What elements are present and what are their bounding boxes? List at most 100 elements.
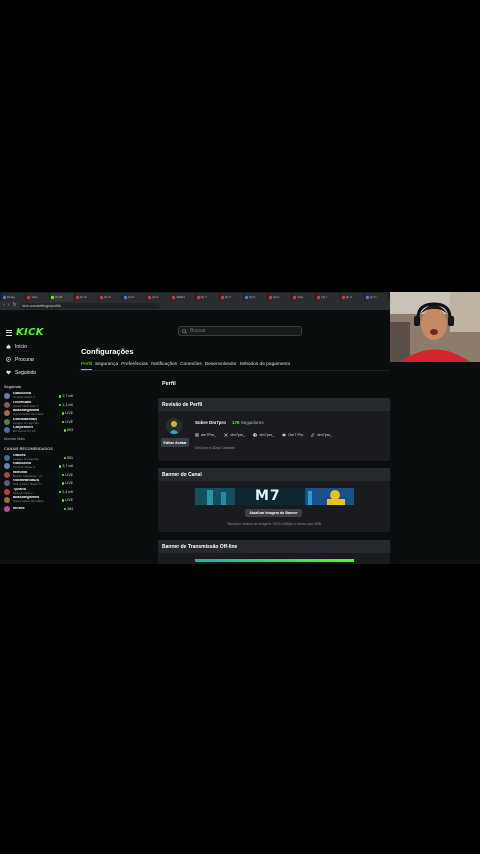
browser-tab[interactable]: (2) I xyxy=(316,293,340,301)
edit-avatar-button[interactable]: Editar Avatar xyxy=(161,438,189,447)
sidebar-item-browse[interactable]: Procurar xyxy=(0,353,75,366)
viewer-count: LIVE xyxy=(61,498,73,502)
reload-icon[interactable]: ↻ xyxy=(12,303,16,308)
sidebar-item-home[interactable]: Início xyxy=(0,340,75,353)
live-dot-icon xyxy=(61,473,65,476)
home-icon xyxy=(6,344,11,349)
channel-item[interactable]: abacategames Supermarket Simulator LIVE xyxy=(0,409,75,418)
browser-tab[interactable]: (2) Y xyxy=(195,293,219,301)
avatar xyxy=(4,505,10,512)
social-link[interactable]: dm7Pro_ xyxy=(195,433,216,437)
channel-item[interactable]: Tycano Slots & Casino 1,4 mil xyxy=(0,488,75,497)
browser-tab[interactable]: Perfil xyxy=(50,293,74,301)
channel-item[interactable]: Gaules League of Legends 551 xyxy=(0,454,75,463)
social-link[interactable]: dm7pro_ xyxy=(253,433,274,437)
settings-tab[interactable]: Segurança xyxy=(95,362,118,370)
channel-item[interactable]: tenros 384 xyxy=(0,505,75,514)
tab-favicon-icon xyxy=(172,295,176,299)
channel-category: Naruto Shippuden: Ul... xyxy=(13,473,45,478)
avatar xyxy=(4,401,10,408)
social-handle: dm7pro_ xyxy=(259,433,275,437)
settings-tab[interactable]: Perfil xyxy=(81,362,92,370)
channel-info: tenros xyxy=(13,507,64,511)
viewer-count: 2,7 mil xyxy=(58,394,73,398)
sidebar-item-label: Procurar xyxy=(15,356,35,363)
heart-icon xyxy=(6,370,11,375)
url-field[interactable]: kick.com/settings/profile xyxy=(19,302,160,309)
tab-label: Joao xyxy=(31,295,38,299)
search-box[interactable] xyxy=(178,326,302,336)
update-banner-button[interactable]: Atualizar Imagem do Banner xyxy=(245,509,302,517)
search-input[interactable] xyxy=(190,328,290,334)
viewer-count: 384 xyxy=(63,507,73,511)
live-dot-icon xyxy=(61,412,65,415)
about-line: Sobre Dm7pro 176 Seguidores xyxy=(195,420,264,425)
avatar xyxy=(4,454,10,461)
kick-logo[interactable]: KICK xyxy=(16,327,44,338)
tab-label: (2) Y xyxy=(200,295,207,299)
viewer-count: 693 xyxy=(63,428,73,432)
social-link[interactable]: dm7pro_ xyxy=(311,433,332,437)
settings-tab[interactable]: Preferências xyxy=(121,362,148,370)
tab-label: (2) Ki xyxy=(103,295,111,299)
avatar xyxy=(4,497,10,504)
browser-tab[interactable]: (2) K xyxy=(243,293,268,301)
viewer-count: 551 xyxy=(63,456,73,460)
viewer-count: 1,3 mil xyxy=(58,403,73,407)
browser-tab[interactable]: (2) A xyxy=(340,293,364,301)
tab-label: Perfil xyxy=(55,295,63,299)
tab-favicon-icon xyxy=(3,295,6,299)
forward-icon[interactable]: › xyxy=(8,303,10,308)
channel-item[interactable]: vBrunio Naruto Shippuden: Ul... LIVE xyxy=(0,471,75,480)
channel-item[interactable]: Dontalacidan League of Legends LIVE xyxy=(0,418,75,427)
browser-tab[interactable]: (2) T xyxy=(219,293,243,301)
browser-address-bar: ‹ › ↻ kick.com/settings/profile xyxy=(0,301,390,310)
tab-favicon-icon xyxy=(148,295,152,299)
browser-tab[interactable]: (2) K xyxy=(147,293,171,301)
channel-item[interactable]: abacategames Supermarket Simulator LIVE xyxy=(0,496,75,505)
settings-tab[interactable]: Notificações xyxy=(151,362,177,370)
channel-item[interactable]: GabiiDoto Counter-Strike 2 2,7 mil xyxy=(0,462,75,471)
back-icon[interactable]: ‹ xyxy=(3,303,5,308)
page-title: Configurações xyxy=(81,347,134,356)
browser-tab[interactable]: Desig xyxy=(2,293,26,301)
channel-item[interactable]: Carpentieri EA Sports FC 25 693 xyxy=(0,426,75,435)
show-more-link[interactable]: Mostrar Mais xyxy=(0,437,75,441)
tab-label: Clas xyxy=(297,295,304,299)
tab-favicon-icon xyxy=(123,295,127,299)
channel-item[interactable]: OSoHuani Grand Theft Auto V 1,3 mil xyxy=(0,401,75,410)
settings-tab[interactable]: Conexões xyxy=(180,362,202,370)
channel-info: OSoHuani Grand Theft Auto V xyxy=(13,401,59,409)
browser-tab[interactable]: (2) A xyxy=(268,293,292,301)
banner-image: M7 xyxy=(195,488,354,505)
live-dot-icon xyxy=(61,482,65,485)
search-icon xyxy=(182,328,187,334)
browser-tab[interactable]: (2) Ki xyxy=(98,293,122,301)
browser-tab[interactable]: Joao xyxy=(26,293,50,301)
channel-item[interactable]: GabiiDoto Counter-Strike 2 2,7 mil xyxy=(0,392,75,401)
social-link[interactable]: dm7pro_ xyxy=(224,433,245,437)
sidebar-item-following[interactable]: Seguindo xyxy=(0,366,75,379)
viewer-count: LIVE xyxy=(61,420,73,424)
browser-tab[interactable]: AREN xyxy=(171,293,195,301)
avatar xyxy=(4,463,10,470)
browser-tab[interactable]: (2) C xyxy=(364,293,388,301)
browser-tab[interactable]: (2) K xyxy=(122,293,147,301)
settings-tab[interactable]: Desenvolvedor xyxy=(205,362,237,370)
tab-label: (2) K xyxy=(127,295,135,299)
social-link[interactable]: Dm7 Pro xyxy=(282,433,303,437)
menu-icon[interactable] xyxy=(6,330,12,336)
tab-favicon-icon xyxy=(341,295,345,299)
channel-info: Dontalacidan League of Legends xyxy=(13,418,62,426)
live-dot-icon xyxy=(63,429,66,432)
channel-category: League of Legends xyxy=(13,420,39,425)
card-title: Banner do Canal xyxy=(158,468,390,481)
settings-tab[interactable]: Métodos de pagamento xyxy=(240,362,290,370)
channel-item[interactable]: GoiMirandaDS Call of Duty: Black O... LIVE xyxy=(0,479,75,488)
viewer-count: 2,7 mil xyxy=(58,464,73,468)
browser-tab[interactable]: (2) Ki xyxy=(74,293,98,301)
channel-banner-card: Banner do Canal M7 Atualizar Imagem do B… xyxy=(158,468,390,532)
tab-favicon-icon xyxy=(75,295,79,299)
live-dot-icon xyxy=(61,420,65,423)
browser-tab[interactable]: Clas xyxy=(292,293,316,301)
